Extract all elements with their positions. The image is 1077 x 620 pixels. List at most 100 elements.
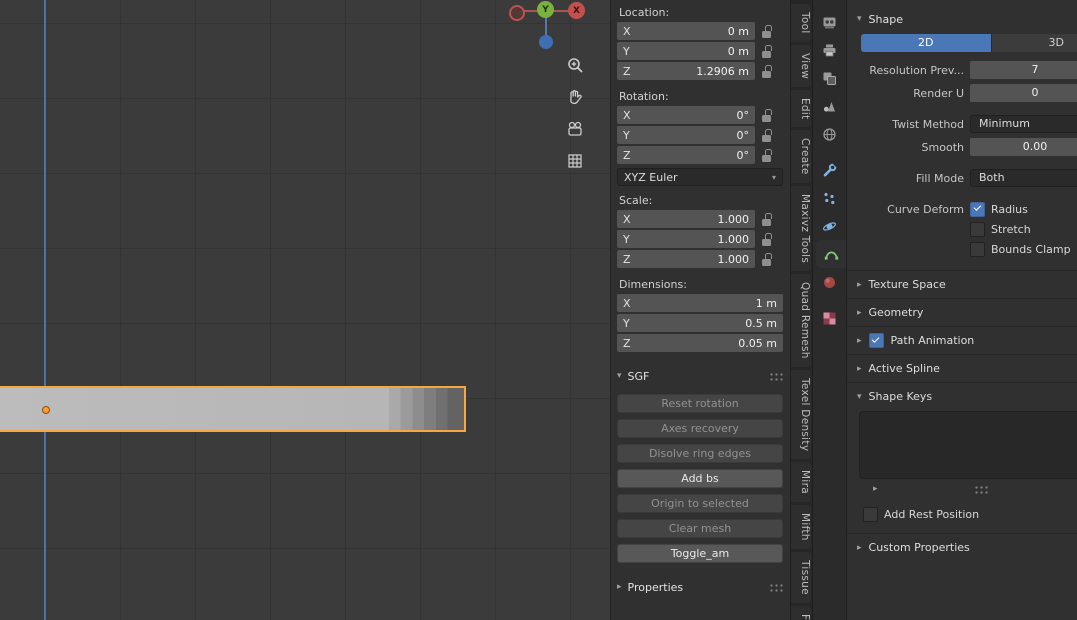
- fill-mode-dropdown[interactable]: Both: [970, 169, 1077, 187]
- disolve-ring-edges-button[interactable]: Disolve ring edges: [617, 444, 783, 463]
- location-y-field[interactable]: Y 0 m: [617, 42, 755, 60]
- world-properties-icon[interactable]: [813, 120, 846, 148]
- fill-mode-label: Fill Mode: [915, 171, 964, 185]
- viewport-nav-tools: [563, 54, 587, 172]
- dimensions-z-field[interactable]: Z 0.05 m: [617, 334, 783, 352]
- resolution-preview-field[interactable]: 7: [970, 61, 1077, 79]
- lock-icon[interactable]: [760, 252, 773, 267]
- stretch-checkbox[interactable]: [970, 221, 985, 237]
- axes-recovery-button[interactable]: Axes recovery: [617, 419, 783, 438]
- clear-mesh-button[interactable]: Clear mesh: [617, 519, 783, 538]
- scale-y-field[interactable]: Y 1.000: [617, 230, 755, 248]
- sidebar-tab-strip: Tool View Edit Create Maxivz Tools Quad …: [790, 0, 812, 620]
- add-rest-position-label: Add Rest Position: [884, 507, 980, 521]
- shape-keys-panel-header[interactable]: Shape Keys: [847, 382, 1077, 410]
- dimensions-x-field[interactable]: X 1 m: [617, 294, 783, 312]
- material-properties-icon[interactable]: [813, 268, 846, 296]
- zoom-icon[interactable]: [564, 54, 586, 76]
- location-x-field[interactable]: X 0 m: [617, 22, 755, 40]
- lock-icon[interactable]: [760, 232, 773, 247]
- list-resize-grip[interactable]: [973, 484, 989, 494]
- panel-drag-grip[interactable]: [769, 582, 784, 592]
- camera-view-icon[interactable]: [564, 118, 586, 140]
- tab-texel-density[interactable]: Texel Density: [791, 369, 811, 460]
- radius-checkbox[interactable]: [970, 201, 985, 217]
- output-properties-icon[interactable]: [813, 36, 846, 64]
- tab-quad-remesh[interactable]: Quad Remesh: [791, 274, 811, 367]
- smooth-field[interactable]: 0.00: [970, 138, 1077, 156]
- scale-label: Scale:: [619, 194, 653, 207]
- sidebar-panel: Location: X 0 m Y 0 m Z 1.2906 m Rotatio…: [610, 0, 790, 620]
- sgf-panel-header[interactable]: SGF: [617, 366, 784, 386]
- tab-fluent[interactable]: Fluent: [791, 605, 811, 620]
- tab-tool[interactable]: Tool: [791, 4, 811, 42]
- selected-object[interactable]: [0, 386, 466, 432]
- texture-space-panel-header[interactable]: Texture Space: [847, 270, 1077, 298]
- scene-properties-icon[interactable]: [813, 92, 846, 120]
- tab-edit[interactable]: Edit: [791, 89, 811, 128]
- lock-icon[interactable]: [760, 148, 773, 163]
- render-properties-icon[interactable]: [813, 8, 846, 36]
- properties-panel-header[interactable]: Properties: [617, 577, 784, 597]
- chevron-down-icon: [857, 14, 862, 24]
- dimension-2d-button[interactable]: 2D: [861, 34, 991, 52]
- custom-properties-panel-header[interactable]: Custom Properties: [847, 533, 1077, 561]
- lock-icon[interactable]: [760, 64, 773, 79]
- active-spline-panel-header[interactable]: Active Spline: [847, 354, 1077, 382]
- navigation-gizmo[interactable]: Y X: [500, 0, 592, 56]
- path-animation-panel-header[interactable]: Path Animation: [847, 326, 1077, 354]
- lock-icon[interactable]: [760, 44, 773, 59]
- grid-ortho-icon[interactable]: [564, 150, 586, 172]
- dimension-3d-button[interactable]: 3D: [990, 34, 1077, 52]
- path-animation-checkbox[interactable]: [868, 333, 884, 348]
- dimensions-y-field[interactable]: Y 0.5 m: [617, 314, 783, 332]
- gizmo-neg-z-ball[interactable]: [539, 35, 553, 49]
- rotation-y-field[interactable]: Y 0°: [617, 126, 755, 144]
- view-layer-properties-icon[interactable]: [813, 64, 846, 92]
- scale-z-field[interactable]: Z 1.000: [617, 250, 755, 268]
- viewport-3d[interactable]: Y X: [0, 0, 610, 620]
- texture-properties-icon[interactable]: [813, 304, 846, 332]
- panel-drag-grip[interactable]: [769, 371, 784, 381]
- lock-icon[interactable]: [760, 128, 773, 143]
- gizmo-y-ball[interactable]: Y: [537, 1, 554, 18]
- render-u-label: Render U: [913, 86, 964, 100]
- tab-view[interactable]: View: [791, 44, 811, 87]
- tab-mira[interactable]: Mira: [791, 462, 811, 503]
- tab-maxivz-tools[interactable]: Maxivz Tools: [791, 185, 811, 272]
- add-rest-position-checkbox[interactable]: [863, 506, 878, 522]
- bounds-clamp-checkbox[interactable]: [970, 241, 985, 257]
- dimensions-label: Dimensions:: [619, 278, 687, 291]
- geometry-panel-header[interactable]: Geometry: [847, 298, 1077, 326]
- pan-hand-icon[interactable]: [564, 86, 586, 108]
- particle-properties-icon[interactable]: [813, 184, 846, 212]
- shape-panel-header[interactable]: Shape: [857, 8, 1077, 30]
- toggle-am-button[interactable]: Toggle_am: [617, 544, 783, 563]
- tab-mifth[interactable]: Mifth: [791, 505, 811, 549]
- shape-keys-list[interactable]: [859, 411, 1077, 479]
- lock-icon[interactable]: [760, 212, 773, 227]
- rotation-z-field[interactable]: Z 0°: [617, 146, 755, 164]
- gizmo-neg-x-ball[interactable]: [509, 5, 525, 21]
- object-data-properties-icon[interactable]: [816, 240, 846, 268]
- scale-x-field[interactable]: X 1.000: [617, 210, 755, 228]
- lock-icon[interactable]: [760, 24, 773, 39]
- reset-rotation-button[interactable]: Reset rotation: [617, 394, 783, 413]
- lock-icon[interactable]: [760, 108, 773, 123]
- curve-data-properties-panel: Shape 2D 3D Resolution Prev... 7 Render …: [846, 0, 1077, 620]
- expand-filter-icon[interactable]: [873, 484, 878, 494]
- chevron-down-icon: [857, 392, 862, 402]
- rotation-mode-dropdown[interactable]: XYZ Euler: [617, 168, 783, 186]
- twist-method-dropdown[interactable]: Minimum: [970, 115, 1077, 133]
- tab-tissue[interactable]: Tissue: [791, 551, 811, 603]
- origin-to-selected-button[interactable]: Origin to selected: [617, 494, 783, 513]
- location-z-field[interactable]: Z 1.2906 m: [617, 62, 755, 80]
- gizmo-x-ball[interactable]: X: [568, 2, 585, 19]
- modifier-properties-icon[interactable]: [813, 156, 846, 184]
- curve-deform-label: Curve Deform: [887, 202, 964, 216]
- rotation-x-field[interactable]: X 0°: [617, 106, 755, 124]
- add-bs-button[interactable]: Add bs: [617, 469, 783, 488]
- tab-create[interactable]: Create: [791, 130, 811, 183]
- render-u-field[interactable]: 0: [970, 84, 1077, 102]
- physics-properties-icon[interactable]: [813, 212, 846, 240]
